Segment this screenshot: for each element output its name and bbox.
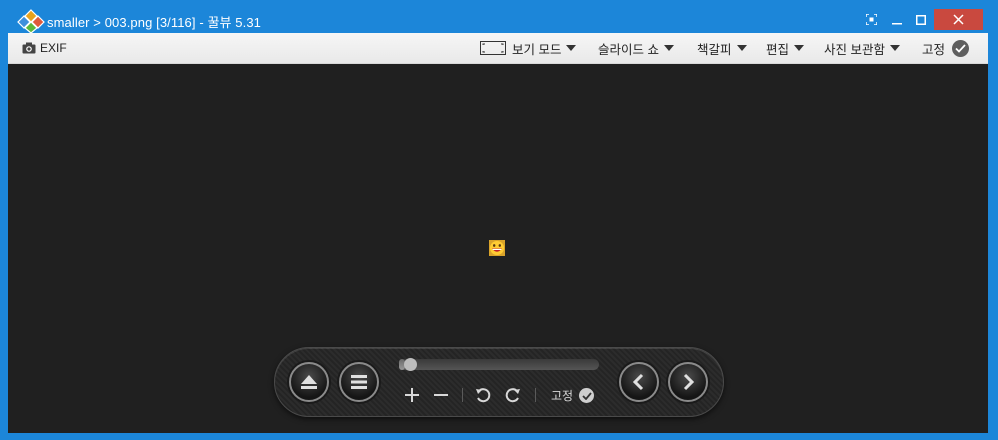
bookmark-menu[interactable]: 책갈피 (697, 39, 747, 57)
toolbar-divider (462, 388, 463, 402)
chevron-down-icon (794, 45, 805, 51)
slideshow-menu[interactable]: 슬라이드 쇼 (598, 39, 674, 57)
maximize-button[interactable] (908, 9, 934, 30)
pin-label: 고정 (922, 42, 946, 57)
camera-icon (22, 42, 36, 54)
menu-icon (351, 375, 367, 389)
close-icon (953, 14, 964, 25)
eject-icon (301, 375, 317, 389)
zoom-out-icon (434, 394, 448, 396)
app-logo-icon (17, 9, 45, 33)
grinning-face-emoji-icon (489, 240, 505, 256)
toolbar-divider (535, 388, 536, 402)
zoom-in-icon (405, 388, 419, 402)
chevron-left-icon (632, 373, 644, 391)
page-progress-slider[interactable] (399, 358, 599, 371)
rotate-right-icon (505, 388, 520, 403)
check-icon (952, 39, 970, 57)
maximize-icon (916, 14, 926, 25)
minimize-icon (892, 22, 902, 24)
chevron-down-icon (889, 45, 900, 51)
eject-button[interactable] (289, 362, 329, 402)
exif-button[interactable]: EXIF (22, 41, 67, 55)
exif-label: EXIF (40, 41, 67, 55)
chevron-right-icon (683, 373, 695, 391)
photo-storage-label: 사진 보관함 (824, 42, 885, 57)
pin-label-panel: 고정 (551, 389, 574, 403)
view-mode-label: 보기 모드 (512, 42, 562, 57)
chevron-down-icon (663, 45, 674, 51)
next-button[interactable] (668, 362, 708, 402)
fullscreen-button[interactable] (858, 9, 884, 30)
bookmark-label: 책갈피 (697, 42, 732, 57)
menu-toolbar: EXIF 보기 모드 슬라이드 쇼 책갈피 편집 사진 보관함 고정 (8, 33, 988, 64)
rotate-left-button[interactable] (472, 384, 494, 406)
photo-storage-menu[interactable]: 사진 보관함 (824, 39, 900, 57)
zoom-out-button[interactable] (430, 384, 452, 406)
pin-toggle-panel[interactable]: 고정 (551, 387, 595, 404)
slideshow-label: 슬라이드 쇼 (598, 42, 659, 57)
view-mode-menu[interactable]: 보기 모드 (480, 39, 577, 57)
chevron-down-icon (736, 45, 747, 51)
chevron-down-icon (566, 45, 577, 51)
zoom-in-button[interactable] (401, 384, 423, 406)
pin-toggle[interactable]: 고정 (922, 39, 970, 57)
menu-button[interactable] (339, 362, 379, 402)
app-window: smaller > 003.png [3/116] - 꿀뷰 5.31 EXIF… (0, 0, 998, 440)
minimize-button[interactable] (884, 9, 910, 30)
view-mode-icon (480, 41, 506, 55)
previous-button[interactable] (619, 362, 659, 402)
rotate-left-icon (476, 388, 491, 403)
edit-menu[interactable]: 편집 (766, 39, 805, 57)
check-icon (579, 388, 595, 403)
close-button[interactable] (934, 9, 983, 30)
edit-label: 편집 (766, 42, 790, 57)
window-title: smaller > 003.png [3/116] - 꿀뷰 5.31 (47, 15, 261, 30)
fullscreen-icon (865, 14, 877, 25)
navigation-control-panel: 고정 (274, 347, 724, 417)
progress-thumb[interactable] (404, 358, 417, 371)
title-bar[interactable]: smaller > 003.png [3/116] - 꿀뷰 5.31 (0, 0, 998, 33)
rotate-right-button[interactable] (502, 384, 524, 406)
